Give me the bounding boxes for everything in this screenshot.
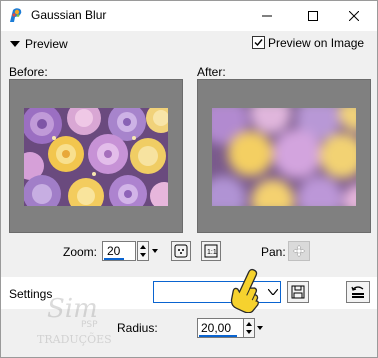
pan-button[interactable] [288,241,310,261]
save-preset-button[interactable] [287,281,309,303]
preview-on-image-label[interactable]: Preview on Image [268,36,364,50]
maximize-button[interactable] [290,1,336,31]
radius-dropdown-arrow[interactable] [256,318,264,338]
spin-up-icon[interactable] [140,245,146,249]
after-preview-image [212,108,356,206]
gaussian-blur-dialog: Gaussian Blur Preview Preview on Image B… [0,0,378,358]
radius-slider-indicator [199,335,237,337]
before-label: Before: [9,65,48,79]
chevron-down-icon [267,289,278,295]
pointing-hand-icon [227,267,267,314]
before-preview-panel[interactable] [9,79,183,233]
watermark-line3: TRADUÇÕES [37,332,112,346]
chevron-down-icon [257,326,263,330]
save-disk-icon [291,285,305,299]
preview-header: Preview Preview on Image [1,31,377,57]
minimize-button[interactable] [244,1,290,31]
after-preview-panel[interactable] [197,79,371,233]
collapse-arrow-icon[interactable] [10,41,20,47]
reset-to-default-button[interactable] [346,281,370,303]
spin-down-icon[interactable] [246,330,252,334]
title-bar: Gaussian Blur [1,1,377,31]
after-label: After: [197,65,226,79]
zoom-slider-indicator [104,258,124,260]
actual-size-1-1-icon: 1:1 [204,244,218,258]
close-button[interactable] [331,1,377,31]
pan-label: Pan: [261,245,286,259]
zoom-to-fit-icon [174,244,188,258]
zoom-dropdown-arrow[interactable] [151,241,159,261]
pan-move-icon [293,245,305,257]
settings-dropdown-arrow[interactable] [265,282,280,302]
radius-spinner[interactable] [243,318,255,338]
svg-text:1:1: 1:1 [207,249,217,256]
preview-on-image-checkbox[interactable] [252,36,265,49]
preview-section-label[interactable]: Preview [25,37,68,51]
chevron-down-icon [152,249,158,253]
zoom-to-fit-button[interactable] [171,241,191,261]
actual-size-button[interactable]: 1:1 [201,241,221,261]
paintshop-pro-icon [8,7,24,24]
before-preview-image [24,108,168,206]
watermark-line2: PSP [81,320,98,330]
zoom-spinner[interactable] [137,241,149,261]
reset-to-default-icon [351,286,364,298]
watermark-logo: Sim PSP TRADUÇÕES [31,291,131,351]
window-title: Gaussian Blur [31,8,107,22]
spin-up-icon[interactable] [246,322,252,326]
zoom-label: Zoom: [63,245,98,259]
spin-down-icon[interactable] [140,253,146,257]
